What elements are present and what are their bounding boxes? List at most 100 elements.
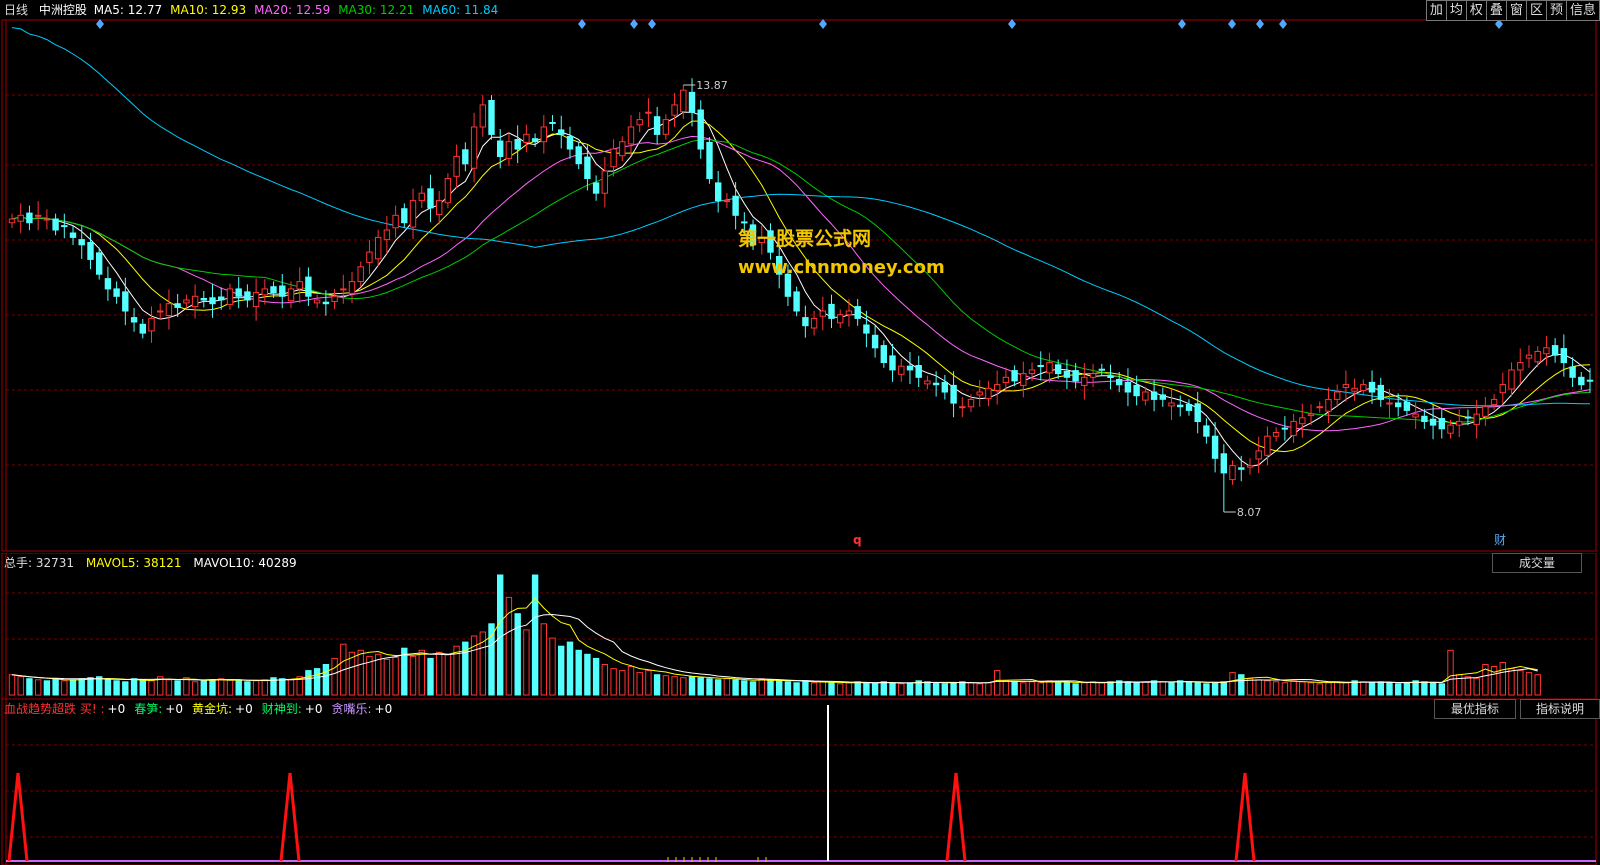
volume-bar <box>1072 683 1079 696</box>
volume-bar <box>906 682 914 696</box>
candle-body <box>1316 406 1323 409</box>
volume-indicator-button[interactable]: 成交量 <box>1492 553 1582 573</box>
volume-bar <box>950 682 957 696</box>
toolbar-button-5[interactable]: 区 <box>1525 0 1547 21</box>
candle <box>514 125 521 164</box>
candle-body <box>810 317 818 329</box>
toolbar-button-6[interactable]: 预 <box>1545 0 1567 21</box>
candle-body <box>279 285 286 297</box>
volume-bar <box>1438 683 1445 696</box>
volume-bar <box>244 681 251 696</box>
candle <box>1316 401 1323 413</box>
candle-body <box>505 141 513 160</box>
candle <box>523 124 530 153</box>
candle-body <box>1037 365 1044 367</box>
candle-body <box>1055 364 1062 375</box>
candle-body <box>1116 379 1123 386</box>
volume-bar <box>8 674 16 696</box>
candle-body <box>96 252 103 275</box>
price-panel[interactable]: 13.87 8.07 q 财 日线 中洲控股 MA5: 12.77 MA10: 12.9… <box>0 0 1600 553</box>
candle-body <box>252 292 260 308</box>
volume-bar <box>209 679 216 696</box>
candle-body <box>1517 362 1524 371</box>
candle <box>558 115 565 149</box>
volume-bar <box>43 680 51 696</box>
volume-bar <box>671 676 678 696</box>
candle <box>671 92 678 128</box>
candle-body <box>802 317 809 327</box>
candle-body <box>357 266 364 282</box>
volume-bar <box>592 657 600 696</box>
candle <box>915 355 922 387</box>
indicator-item-1: 春笋: +0 <box>134 702 183 716</box>
volume-bar <box>584 653 591 696</box>
toolbar-button-1[interactable]: 均 <box>1445 0 1467 21</box>
candle <box>1011 365 1018 387</box>
volume-bar <box>409 655 417 696</box>
candle <box>61 213 68 239</box>
candle-body <box>1107 376 1114 378</box>
indicator-help-button[interactable]: 指标说明 <box>1520 699 1600 719</box>
candle-body <box>723 200 731 203</box>
candle-body <box>1185 404 1193 411</box>
indicator-chart[interactable] <box>0 699 1600 865</box>
toolbar-button-2[interactable]: 权 <box>1465 0 1487 21</box>
candle <box>837 309 844 329</box>
volume-bar <box>706 678 713 696</box>
candle-body <box>715 182 722 202</box>
candle-body <box>1578 376 1585 386</box>
volume-bar <box>863 682 870 696</box>
candle-body <box>976 391 983 396</box>
indicator-values: : +0 春笋: +0 黄金坑: +0 财神到: +0 贪嘴乐: +0 <box>100 702 401 716</box>
candle-body <box>1307 413 1315 417</box>
volume-bar <box>497 574 504 696</box>
candle <box>1586 368 1594 393</box>
candle <box>1168 388 1175 421</box>
candle <box>122 277 129 326</box>
volume-bar <box>680 677 687 696</box>
candle <box>994 370 1001 405</box>
volume-bar <box>444 653 452 696</box>
best-indicator-button[interactable]: 最优指标 <box>1434 699 1516 719</box>
volume-panel[interactable]: 总手: 32731 MAVOL5: 38121 MAVOL10: 40289 成… <box>0 553 1600 699</box>
candle <box>1020 361 1027 398</box>
volume-bar <box>165 679 173 696</box>
candle <box>401 203 408 228</box>
indicator-panel[interactable]: 血战趋势超跌 买! : +0 春笋: +0 黄金坑: +0 财神到: +0 贪嘴乐: +0 最优指… <box>0 699 1600 865</box>
candle-body <box>52 218 59 231</box>
volume-bar <box>1002 680 1010 696</box>
candle <box>1482 397 1489 427</box>
indicator-border <box>1 699 1597 865</box>
volume-bar <box>723 678 731 696</box>
volume-bar <box>1377 681 1384 696</box>
candle-body <box>200 298 208 301</box>
volume-bar <box>1360 681 1367 696</box>
candle-body <box>1429 418 1437 426</box>
toolbar-button-0[interactable]: 加 <box>1425 0 1447 21</box>
candle-body <box>313 299 321 304</box>
volume-bar <box>1238 674 1245 696</box>
candle-body <box>69 232 77 238</box>
volume-bar <box>1299 681 1306 696</box>
candle <box>715 170 722 213</box>
volume-chart[interactable] <box>0 553 1600 699</box>
period-label[interactable]: 日线 <box>4 3 28 17</box>
candle <box>226 283 234 310</box>
volume-bar <box>427 657 434 696</box>
candle-body <box>401 208 408 224</box>
candle <box>130 307 138 332</box>
candle-body <box>741 221 748 224</box>
candle-body <box>235 288 242 297</box>
toolbar-button-3[interactable]: 叠 <box>1485 0 1507 21</box>
candle <box>200 290 208 308</box>
toolbar-button-7[interactable]: 信息 <box>1565 0 1600 21</box>
candle-body <box>226 288 234 305</box>
candle-body <box>950 384 957 404</box>
volume-bar <box>784 681 792 696</box>
candle-body <box>348 281 356 294</box>
candle <box>662 114 670 140</box>
toolbar-button-4[interactable]: 窗 <box>1505 0 1527 21</box>
candle <box>1089 363 1097 387</box>
candle <box>1499 372 1506 405</box>
candle-body <box>985 387 992 400</box>
